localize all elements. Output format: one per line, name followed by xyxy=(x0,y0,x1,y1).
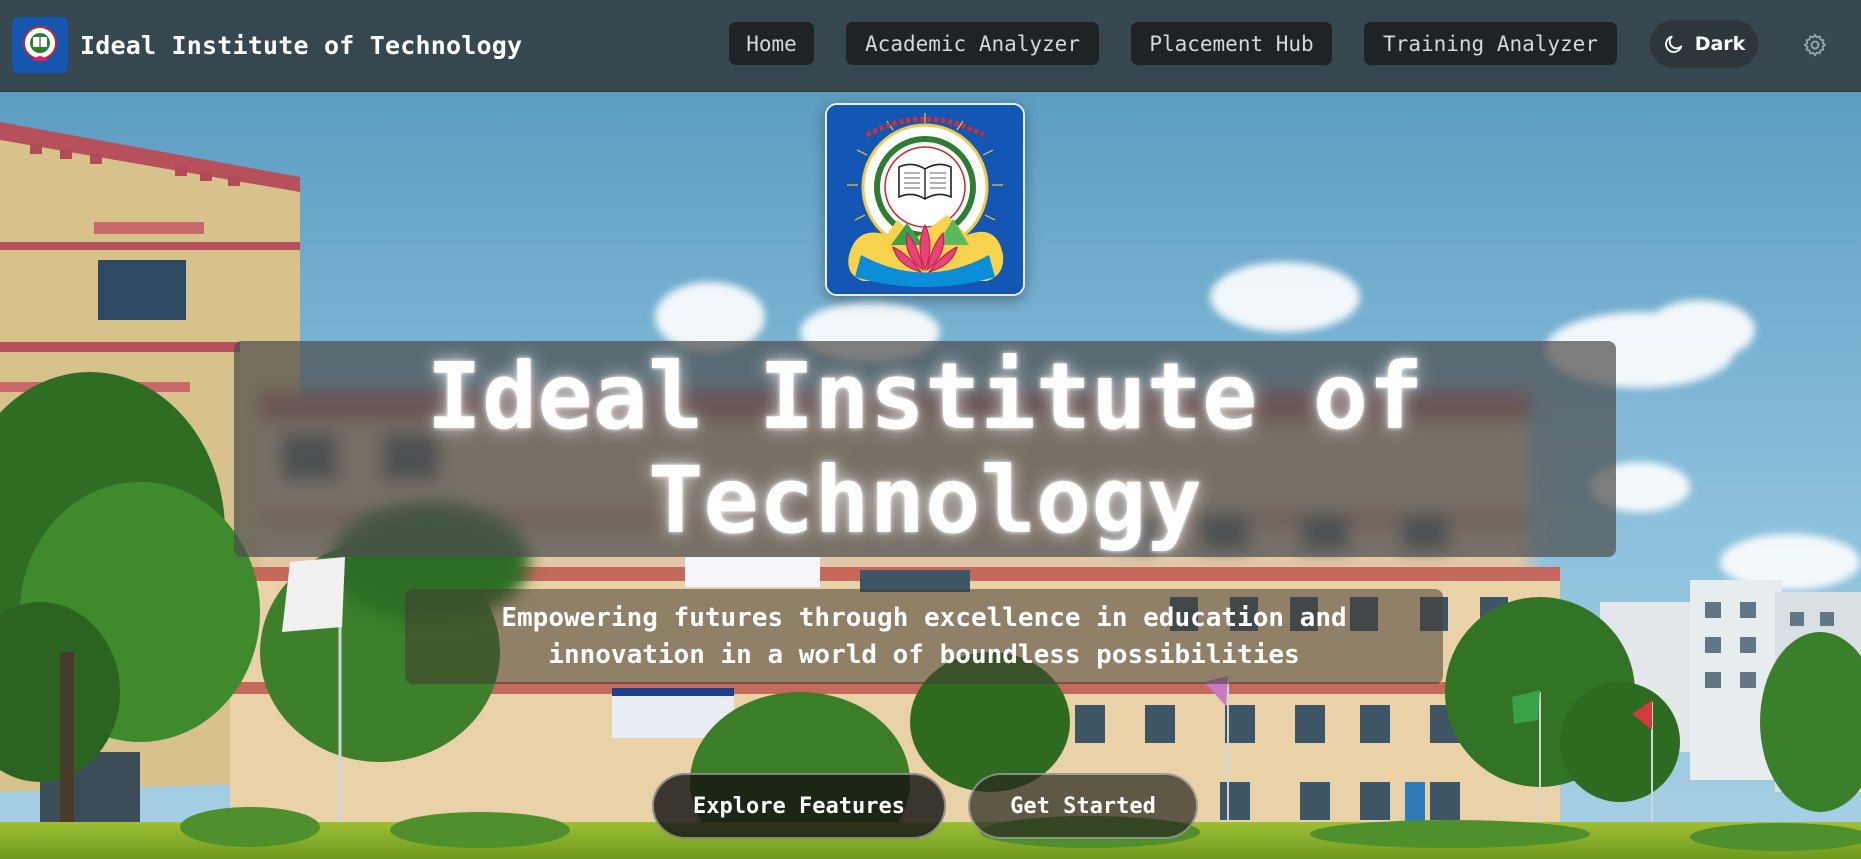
college-emblem-icon xyxy=(827,105,1023,294)
theme-toggle-button[interactable]: Dark xyxy=(1650,20,1758,68)
theme-toggle-label: Dark xyxy=(1694,33,1746,55)
nav-training-analyzer-button[interactable]: Training Analyzer xyxy=(1364,22,1617,65)
top-navbar: Ideal Institute of Technology Home Acade… xyxy=(0,0,1861,92)
nav-placement-hub-button[interactable]: Placement Hub xyxy=(1131,22,1332,65)
gear-icon[interactable] xyxy=(1802,32,1828,58)
hero-section: Ideal Institute of Technology Empowering… xyxy=(0,92,1861,859)
explore-features-button[interactable]: Explore Features xyxy=(652,773,946,839)
college-logo-icon xyxy=(12,17,68,73)
brand[interactable]: Ideal Institute of Technology xyxy=(12,17,522,73)
hero-college-logo xyxy=(825,103,1025,296)
hero-subtitle: Empowering futures through excellence in… xyxy=(501,602,1347,670)
get-started-button[interactable]: Get Started xyxy=(968,773,1198,839)
nav-home-button[interactable]: Home xyxy=(729,22,814,65)
hero-title-panel: Ideal Institute of Technology xyxy=(234,341,1616,557)
hero-subtitle-panel: Empowering futures through excellence in… xyxy=(405,589,1443,684)
brand-name: Ideal Institute of Technology xyxy=(80,30,523,60)
nav-academic-analyzer-button[interactable]: Academic Analyzer xyxy=(846,22,1099,65)
moon-icon xyxy=(1664,35,1682,53)
hero-title: Ideal Institute of Technology xyxy=(426,343,1424,554)
